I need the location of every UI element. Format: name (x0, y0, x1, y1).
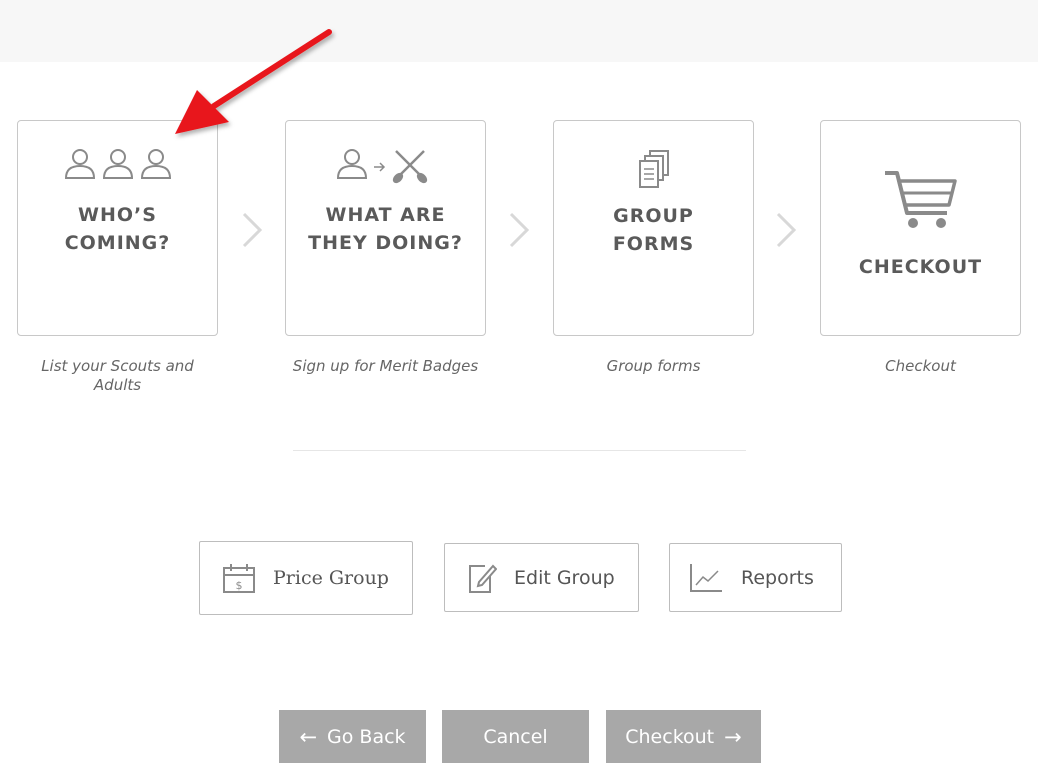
step-title: WHO’S COMING? (64, 204, 171, 254)
chevron-right-icon (776, 212, 797, 248)
price-group-label: Price Group (273, 567, 389, 589)
edit-note-icon (469, 564, 497, 593)
step-card-whos-coming[interactable]: WHO’S COMING? (17, 120, 218, 336)
step-caption: Checkout (885, 357, 956, 375)
go-back-label: Go Back (327, 725, 406, 748)
chevron-right-icon (509, 212, 530, 248)
step-card-group-forms[interactable]: GROUP FORMS (553, 120, 754, 336)
line-chart-icon (690, 563, 722, 592)
three-people-icon (18, 147, 217, 181)
top-bar (0, 0, 1038, 62)
checkout-label: Checkout (625, 725, 715, 748)
price-group-button[interactable]: $ Price Group (199, 541, 413, 615)
documents-icon (554, 149, 753, 191)
svg-text:$: $ (236, 579, 243, 592)
checkout-button[interactable]: Checkout → (606, 710, 761, 763)
reports-button[interactable]: Reports (669, 543, 842, 612)
step-title: GROUP FORMS (612, 205, 695, 255)
step-caption: Sign up for Merit Badges (292, 357, 479, 375)
cancel-button[interactable]: Cancel (442, 710, 589, 763)
section-divider (293, 450, 746, 451)
calendar-dollar-icon: $ (223, 564, 255, 593)
edit-group-button[interactable]: Edit Group (444, 543, 639, 612)
step-card-checkout[interactable]: CHECKOUT (820, 120, 1021, 336)
step-caption: Group forms (606, 357, 701, 375)
cancel-label: Cancel (483, 725, 548, 748)
reports-label: Reports (741, 566, 814, 589)
step-caption: List your Scouts and Adults (41, 357, 194, 394)
person-to-paddles-icon (286, 147, 485, 185)
step-title: CHECKOUT (858, 256, 983, 278)
arrow-left-icon: ← (299, 724, 318, 749)
go-back-button[interactable]: ← Go Back (279, 710, 426, 763)
edit-group-label: Edit Group (514, 566, 615, 589)
step-title: WHAT ARE THEY DOING? (308, 204, 463, 254)
chevron-right-icon (242, 212, 263, 248)
step-card-what-are-they-doing[interactable]: WHAT ARE THEY DOING? (285, 120, 486, 336)
arrow-right-icon: → (724, 724, 742, 749)
shopping-cart-icon (821, 169, 1020, 231)
